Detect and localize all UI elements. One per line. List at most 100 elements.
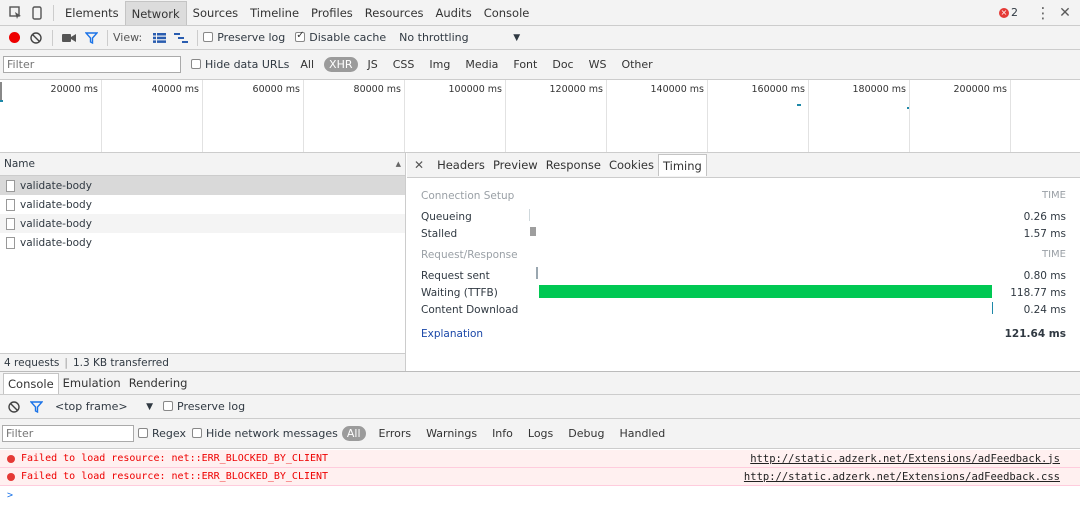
overview-gridline	[303, 80, 304, 152]
checkbox-box	[295, 30, 306, 42]
tab-profiles[interactable]: Profiles	[305, 1, 359, 25]
tab-timing[interactable]: Timing	[657, 154, 707, 176]
level-all[interactable]: All	[341, 426, 366, 441]
error-counter[interactable]: × 2	[999, 6, 1018, 19]
filter-type-ws[interactable]: WS	[584, 57, 612, 72]
more-menu-icon[interactable]: ⋮	[1032, 2, 1054, 24]
console-error-message: Failed to load resource: net::ERR_BLOCKE…	[0, 450, 1080, 468]
network-overview[interactable]: 20000 ms 40000 ms 60000 ms 80000 ms 100000 m…	[0, 80, 1080, 153]
request-row[interactable]: validate-body	[0, 195, 405, 214]
level-handled[interactable]: Handled	[614, 426, 670, 441]
detail-tabbar: ✕ Headers Preview Response Cookies Timin…	[407, 153, 1080, 178]
network-filterbar: Hide data URLs All XHR JS CSS Img Media …	[0, 50, 1080, 80]
drawer-tab-emulation[interactable]: Emulation	[59, 371, 125, 395]
level-info[interactable]: Info	[487, 426, 518, 441]
waterfall-icon[interactable]	[170, 27, 192, 49]
record-icon[interactable]	[3, 27, 25, 49]
hide-network-label: Hide network messages	[205, 427, 338, 440]
screenshot-camera-icon[interactable]	[58, 27, 80, 49]
filter-type-css[interactable]: CSS	[388, 57, 420, 72]
error-source-link[interactable]: http://static.adzerk.net/Extensions/adFe…	[744, 471, 1060, 483]
queueing-label: Queueing	[421, 211, 472, 223]
tab-console[interactable]: Console	[478, 1, 536, 25]
overview-gridline	[202, 80, 203, 152]
hide-network-checkbox[interactable]: Hide network messages	[191, 427, 338, 440]
regex-checkbox[interactable]: Regex	[138, 427, 186, 440]
level-warnings[interactable]: Warnings	[421, 426, 482, 441]
filter-type-js[interactable]: JS	[363, 57, 383, 72]
filter-type-xhr[interactable]: XHR	[324, 57, 358, 72]
frame-select[interactable]: <top frame> ▼	[55, 400, 153, 413]
request-sent-label: Request sent	[421, 270, 490, 282]
console-filter-icon[interactable]	[25, 396, 47, 418]
filter-type-media[interactable]: Media	[460, 57, 503, 72]
clear-console-icon[interactable]	[3, 396, 25, 418]
tab-resources[interactable]: Resources	[359, 1, 430, 25]
tab-elements[interactable]: Elements	[59, 1, 125, 25]
request-row[interactable]: validate-body	[0, 176, 405, 195]
drawer-tabbar: Console Emulation Rendering	[0, 371, 1080, 395]
clear-icon[interactable]	[25, 27, 47, 49]
stalled-label: Stalled	[421, 228, 458, 240]
network-toolbar: View: Preserve log Disable cache No thro…	[0, 26, 1080, 50]
request-count: 4 requests	[4, 356, 60, 369]
filter-type-font[interactable]: Font	[508, 57, 542, 72]
name-column-label: Name	[4, 158, 35, 170]
drawer-tab-console[interactable]: Console	[3, 372, 59, 394]
level-errors[interactable]: Errors	[374, 426, 417, 441]
request-name: validate-body	[20, 179, 92, 192]
request-name: validate-body	[20, 236, 92, 249]
close-icon[interactable]: ✕	[1054, 2, 1076, 24]
inspect-element-icon[interactable]	[4, 2, 26, 24]
tab-audits[interactable]: Audits	[430, 1, 478, 25]
divider	[107, 29, 108, 46]
request-response-heading: Request/Response	[421, 249, 518, 261]
level-debug[interactable]: Debug	[563, 426, 609, 441]
overview-gridline	[606, 80, 607, 152]
disable-cache-label: Disable cache	[309, 31, 387, 44]
document-icon	[6, 236, 15, 249]
hide-data-urls-checkbox[interactable]: Hide data URLs	[191, 58, 289, 71]
throttling-select[interactable]: No throttling ▼	[396, 31, 520, 44]
tab-cookies[interactable]: Cookies	[605, 153, 658, 177]
tab-preview[interactable]: Preview	[489, 153, 542, 177]
console-prompt[interactable]: >	[0, 486, 1080, 504]
filter-icon[interactable]	[80, 27, 102, 49]
console-toolbar: <top frame> ▼ Preserve log	[0, 395, 1080, 419]
network-filter-input[interactable]	[3, 56, 181, 73]
drawer-tab-rendering[interactable]: Rendering	[125, 371, 192, 395]
tab-response[interactable]: Response	[542, 153, 605, 177]
checkbox-box	[203, 32, 214, 42]
disable-cache-checkbox[interactable]: Disable cache	[295, 30, 387, 44]
explanation-link[interactable]: Explanation	[421, 328, 483, 340]
close-detail-icon[interactable]: ✕	[411, 158, 427, 172]
filter-type-doc[interactable]: Doc	[547, 57, 578, 72]
large-rows-icon[interactable]	[148, 27, 170, 49]
overview-tick-label: 180000 ms	[852, 84, 907, 95]
error-source-link[interactable]: http://static.adzerk.net/Extensions/adFe…	[750, 453, 1060, 465]
filter-type-img[interactable]: Img	[424, 57, 455, 72]
tab-sources[interactable]: Sources	[187, 1, 245, 25]
preserve-log-checkbox[interactable]: Preserve log	[203, 31, 285, 44]
filter-type-all[interactable]: All	[295, 57, 319, 72]
waiting-ttfb-value: 118.77 ms	[1010, 287, 1066, 299]
waiting-ttfb-bar	[539, 285, 992, 298]
tab-timeline[interactable]: Timeline	[244, 1, 305, 25]
content-download-label: Content Download	[421, 304, 519, 316]
console-preserve-log-checkbox[interactable]: Preserve log	[163, 400, 245, 413]
stalled-bar	[530, 227, 536, 236]
request-row[interactable]: validate-body	[0, 214, 405, 233]
device-mode-icon[interactable]	[26, 2, 48, 24]
error-icon	[7, 454, 15, 463]
request-row[interactable]: validate-body	[0, 233, 405, 252]
level-logs[interactable]: Logs	[523, 426, 558, 441]
sort-ascending-icon: ▲	[395, 160, 401, 168]
filter-type-other[interactable]: Other	[616, 57, 657, 72]
content-download-value: 0.24 ms	[1023, 304, 1066, 316]
name-column-header[interactable]: Name ▲	[0, 153, 405, 176]
tab-headers[interactable]: Headers	[433, 153, 489, 177]
dropdown-arrow-icon: ▼	[146, 401, 153, 412]
console-filter-input[interactable]	[2, 425, 134, 442]
tab-network[interactable]: Network	[124, 0, 187, 25]
overview-tick-label: 80000 ms	[353, 84, 401, 95]
